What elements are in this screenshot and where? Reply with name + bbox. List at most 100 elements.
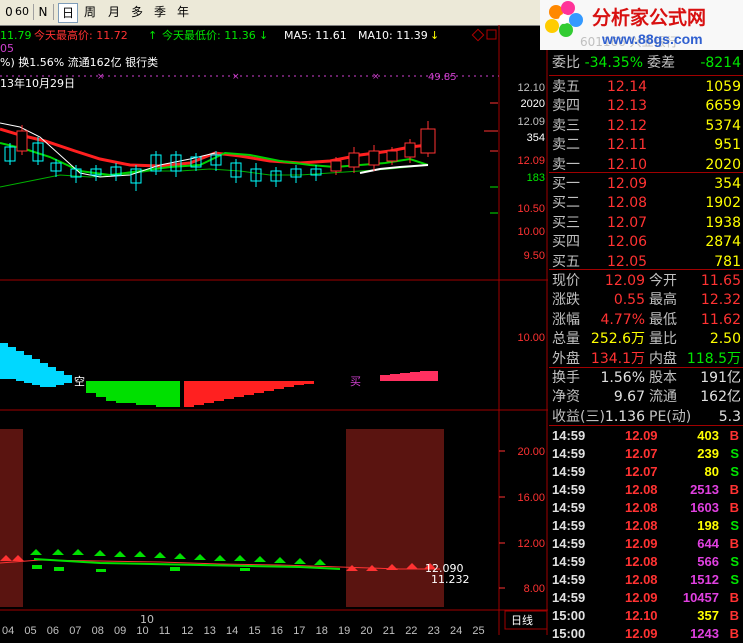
main-axis-label: 2020 (521, 98, 545, 110)
ma10-text: MA10: 11.39 (358, 29, 428, 42)
tick-time: 14:59 (552, 518, 586, 533)
low-axis-label: 8.00 (524, 583, 545, 595)
tick-time: 14:59 (552, 554, 586, 569)
period-tab-n[interactable]: N (36, 3, 50, 21)
tick-row: 15:00 12.09 1243 B (549, 625, 743, 643)
book-price: 12.12 (607, 117, 648, 134)
x-axis-tick: 08 (92, 625, 104, 635)
x-axis-tick: 23 (428, 625, 440, 635)
tick-volume: 2513 (690, 482, 719, 497)
tick-price: 12.08 (625, 518, 658, 533)
main-axis-label: 9.50 (524, 250, 545, 262)
weicha-value: -8214 (700, 55, 741, 71)
tick-price: 12.08 (625, 572, 658, 587)
weibi-value: -34.35% (584, 55, 643, 71)
book-price: 12.09 (607, 176, 648, 192)
middle-indicator: 空 买 (0, 343, 438, 407)
chart-settings-icon[interactable] (471, 28, 485, 42)
tick-time: 14:59 (552, 482, 586, 497)
stat-row: 涨幅 4.77% 最低 11.62 (552, 311, 741, 328)
stat-value: 2.50 (709, 331, 741, 348)
tick-time: 14:59 (552, 428, 586, 443)
svg-text:×: × (372, 72, 380, 82)
x-axis-tick: 18 (316, 625, 328, 635)
tick-time: 14:59 (552, 500, 586, 515)
period-tab-year[interactable]: 年 (174, 3, 192, 21)
book-volume: 2874 (705, 234, 741, 251)
tick-row: 14:59 12.08 2513 B (549, 481, 743, 499)
tick-volume: 644 (697, 536, 719, 551)
flower-logo-icon: 601166 兴业银行 分析家公式网 www.88gs.com (545, 1, 706, 49)
book-volume: 1902 (705, 195, 741, 212)
x-axis-tick: 22 (405, 625, 417, 635)
period-tab-day[interactable]: 日 (58, 3, 78, 23)
tick-time: 15:00 (552, 626, 586, 641)
main-axis-label: 183 (527, 172, 545, 184)
logo-url-text: www.88gs.com (601, 31, 703, 47)
book-price: 12.11 (607, 137, 648, 154)
book-volume: 354 (714, 176, 741, 192)
tick-time: 14:59 (552, 464, 586, 479)
x-axis-tick: 07 (69, 625, 81, 635)
tick-price: 12.09 (625, 590, 658, 605)
stat-row: 总量 252.6万 量比 2.50 (552, 331, 741, 348)
x-axis-tick: 15 (248, 625, 260, 635)
tick-price: 12.08 (625, 554, 658, 569)
bid-row: 买三 12.07 1938 (552, 214, 741, 231)
main-axis-label: 12.10 (517, 82, 545, 94)
period-tab-week[interactable]: 周 (81, 3, 99, 21)
period-tab-month[interactable]: 月 (105, 3, 123, 21)
svg-text:↑: ↑ (148, 29, 157, 42)
chart-close-icon[interactable] (486, 29, 497, 40)
tick-row: 14:59 12.07 239 S (549, 445, 743, 463)
ma5-text: MA5: 11.61 (284, 29, 347, 42)
tick-volume: 1603 (690, 500, 719, 515)
book-volume: 5374 (705, 117, 741, 134)
main-axis-label: 12.09 (517, 116, 545, 128)
period-label[interactable]: 日线 (511, 613, 533, 627)
book-price: 12.13 (607, 98, 648, 115)
x-axis-tick: 19 (338, 625, 350, 635)
period-tab-60min[interactable]: 60 (14, 3, 30, 21)
x-axis-tick: 09 (114, 625, 126, 635)
book-volume: 1059 (705, 79, 741, 95)
stat-row: 涨跌 0.55 最高 12.32 (552, 292, 741, 309)
tick-time: 15:00 (552, 608, 586, 623)
stat-value: 1.56% (600, 370, 645, 386)
stat-value: 4.77% (600, 311, 645, 328)
tick-volume: 239 (697, 446, 719, 461)
period-tab-multi[interactable]: 多 (128, 3, 146, 21)
main-axis-label: 12.09 (517, 155, 545, 167)
site-logo: 601166 兴业银行 分析家公式网 www.88gs.com (540, 0, 743, 50)
stat-value: 252.6万 (590, 331, 645, 348)
x-axis-tick: 14 (226, 625, 238, 635)
stat-value: 191亿 (700, 370, 741, 386)
tick-price: 12.07 (625, 464, 658, 479)
x-axis-tick: 12 (181, 625, 193, 635)
tick-price: 12.08 (625, 482, 658, 497)
book-price: 12.14 (607, 79, 648, 95)
bid-row: 买一 12.09 354 (552, 176, 741, 192)
tick-side: B (729, 482, 739, 497)
ask-row: 卖四 12.13 6659 (552, 98, 741, 115)
tick-price: 12.09 (625, 536, 658, 551)
bid-row: 买二 12.08 1902 (552, 195, 741, 212)
stat-value: 1.136 (604, 408, 645, 425)
tick-row: 14:59 12.09 10457 B (549, 589, 743, 607)
period-tab-season[interactable]: 季 (151, 3, 169, 21)
tick-price: 12.09 (625, 428, 658, 443)
tick-price: 12.07 (625, 446, 658, 461)
tick-time: 14:59 (552, 536, 586, 551)
svg-text:↓: ↓ (259, 29, 268, 42)
weibi-row: 委比 -34.35% 委差 -8214 (552, 55, 741, 71)
tick-side: B (729, 500, 739, 515)
low-axis-label: 20.00 (517, 446, 545, 458)
tick-side: B (729, 608, 739, 623)
stat-value: 0.55 (613, 292, 645, 309)
kline-chart[interactable]: 11.79 今天最高价: 11.72 ↑ 今天最低价: 11.36 ↓ MA5:… (0, 25, 548, 635)
ask-row: 卖三 12.12 5374 (552, 117, 741, 134)
stat-value: 11.62 (700, 311, 741, 328)
stat-value: 9.67 (613, 389, 645, 406)
tick-time: 14:59 (552, 590, 586, 605)
x-axis-tick: 13 (204, 625, 216, 635)
